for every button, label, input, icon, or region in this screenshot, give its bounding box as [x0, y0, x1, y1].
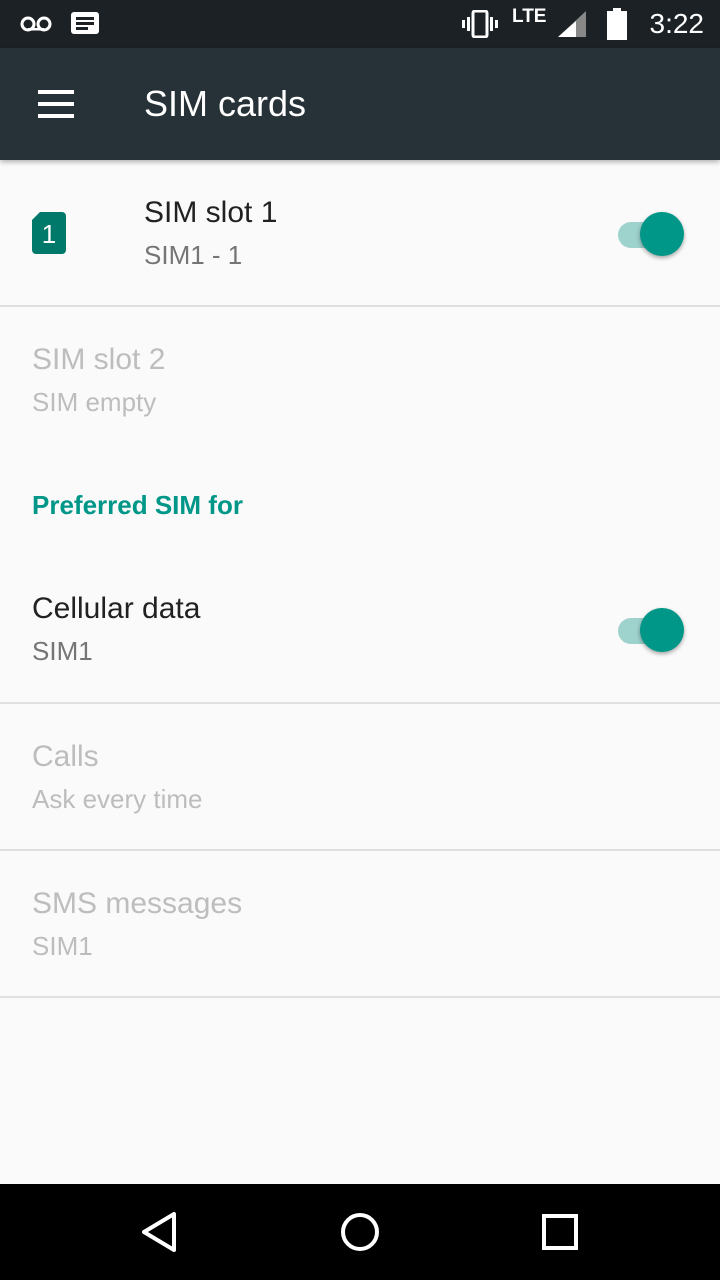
sms-messages-title: SMS messages: [32, 887, 243, 920]
settings-list: 1 SIM slot 1 SIM1 - 1 SIM slot 2 SIM emp…: [0, 160, 720, 1184]
sms-messages-row: SMS messages SIM1: [0, 851, 720, 996]
battery-icon: [606, 0, 628, 48]
message-icon: [70, 0, 100, 48]
cellular-data-row[interactable]: Cellular data SIM1: [0, 556, 720, 701]
calls-title: Calls: [32, 740, 99, 773]
sim-slot-1-title: SIM slot 1: [144, 196, 278, 229]
sim-slot-2-summary: SIM empty: [32, 387, 157, 417]
signal-icon: [556, 0, 588, 48]
back-icon[interactable]: [128, 1200, 192, 1264]
vibrate-icon: [462, 0, 498, 48]
voicemail-icon: [20, 0, 52, 48]
calls-row: Calls Ask every time: [0, 704, 720, 849]
sms-messages-summary: SIM1: [32, 931, 93, 961]
hamburger-menu-icon[interactable]: [20, 70, 92, 138]
sim-slot-1-summary: SIM1 - 1: [144, 240, 243, 270]
cellular-data-title: Cellular data: [32, 592, 201, 625]
page-title: SIM cards: [144, 83, 307, 124]
divider: [0, 996, 720, 998]
status-bar: LTE 3:22: [0, 0, 720, 48]
network-type-label: LTE: [512, 6, 547, 27]
navigation-bar: [0, 1184, 720, 1280]
recents-icon[interactable]: [528, 1200, 592, 1264]
sim-slot-1-switch[interactable]: [616, 212, 684, 256]
sim-slot-2-row: SIM slot 2 SIM empty: [0, 307, 720, 452]
switch-thumb: [640, 608, 684, 652]
sim-card-icon: 1: [32, 212, 66, 254]
cellular-data-summary: SIM1: [32, 636, 93, 666]
calls-summary: Ask every time: [32, 784, 203, 814]
preferred-sim-header: Preferred SIM for: [32, 490, 243, 520]
sim-slot-2-title: SIM slot 2: [32, 343, 166, 376]
app-bar: SIM cards: [0, 48, 720, 160]
home-icon[interactable]: [328, 1200, 392, 1264]
clock: 3:22: [649, 8, 705, 39]
sim-badge-number: 1: [42, 219, 56, 249]
switch-thumb: [640, 212, 684, 256]
cellular-data-switch[interactable]: [616, 608, 684, 652]
sim-slot-1-row[interactable]: 1 SIM slot 1 SIM1 - 1: [0, 160, 720, 305]
